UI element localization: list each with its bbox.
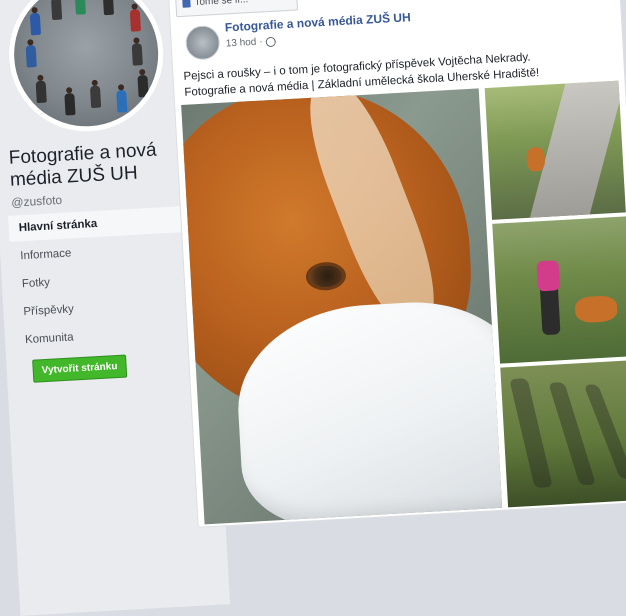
person-figure (89, 85, 102, 109)
person-figure (129, 9, 141, 32)
page-handle: @zusfoto (10, 192, 63, 210)
person-figure (116, 90, 128, 113)
post-photo-3[interactable] (500, 360, 626, 508)
post-photo-1[interactable] (484, 80, 626, 220)
person-figure (131, 43, 143, 66)
person-figure (29, 12, 42, 36)
person-jacket (536, 260, 561, 292)
top-action-bar: Tome se lí... (174, 0, 299, 18)
person-figure (102, 0, 114, 16)
like-label: Tome se lí... (194, 0, 249, 9)
person-figure (137, 74, 149, 98)
shadow-figure (509, 378, 553, 488)
dog-figure (526, 146, 546, 172)
person-figure (25, 45, 37, 68)
person-figure (35, 80, 47, 104)
post-author-name[interactable]: Fotografie a nová média ZUŠ UH (224, 10, 411, 34)
page-profile-photo[interactable] (4, 0, 168, 136)
like-button[interactable]: Tome se lí... (176, 0, 255, 13)
post-meta: 13 hod · (225, 36, 276, 50)
page-title: Fotografie a nová média ZUŠ UH (8, 139, 158, 191)
dog-figure (574, 295, 618, 324)
post-photo-main[interactable] (181, 88, 503, 525)
post-card: Tome se lí... ••• Fotografie a nová médi… (167, 0, 626, 528)
post-photo-2[interactable] (492, 216, 626, 364)
thumbs-up-icon (182, 0, 191, 8)
person-figure (50, 0, 63, 21)
person-figure (74, 0, 86, 15)
page-nav: Hlavní stránka Informace Fotky Příspěvky… (8, 206, 191, 356)
meta-separator: · (259, 36, 263, 48)
post-author-avatar[interactable] (184, 24, 221, 61)
create-page-button[interactable]: Vytvořit stránku (32, 354, 128, 383)
person-figure (64, 92, 76, 116)
group-photo-image (10, 0, 163, 131)
post-time[interactable]: 13 hod (225, 37, 256, 50)
globe-icon (265, 36, 276, 47)
